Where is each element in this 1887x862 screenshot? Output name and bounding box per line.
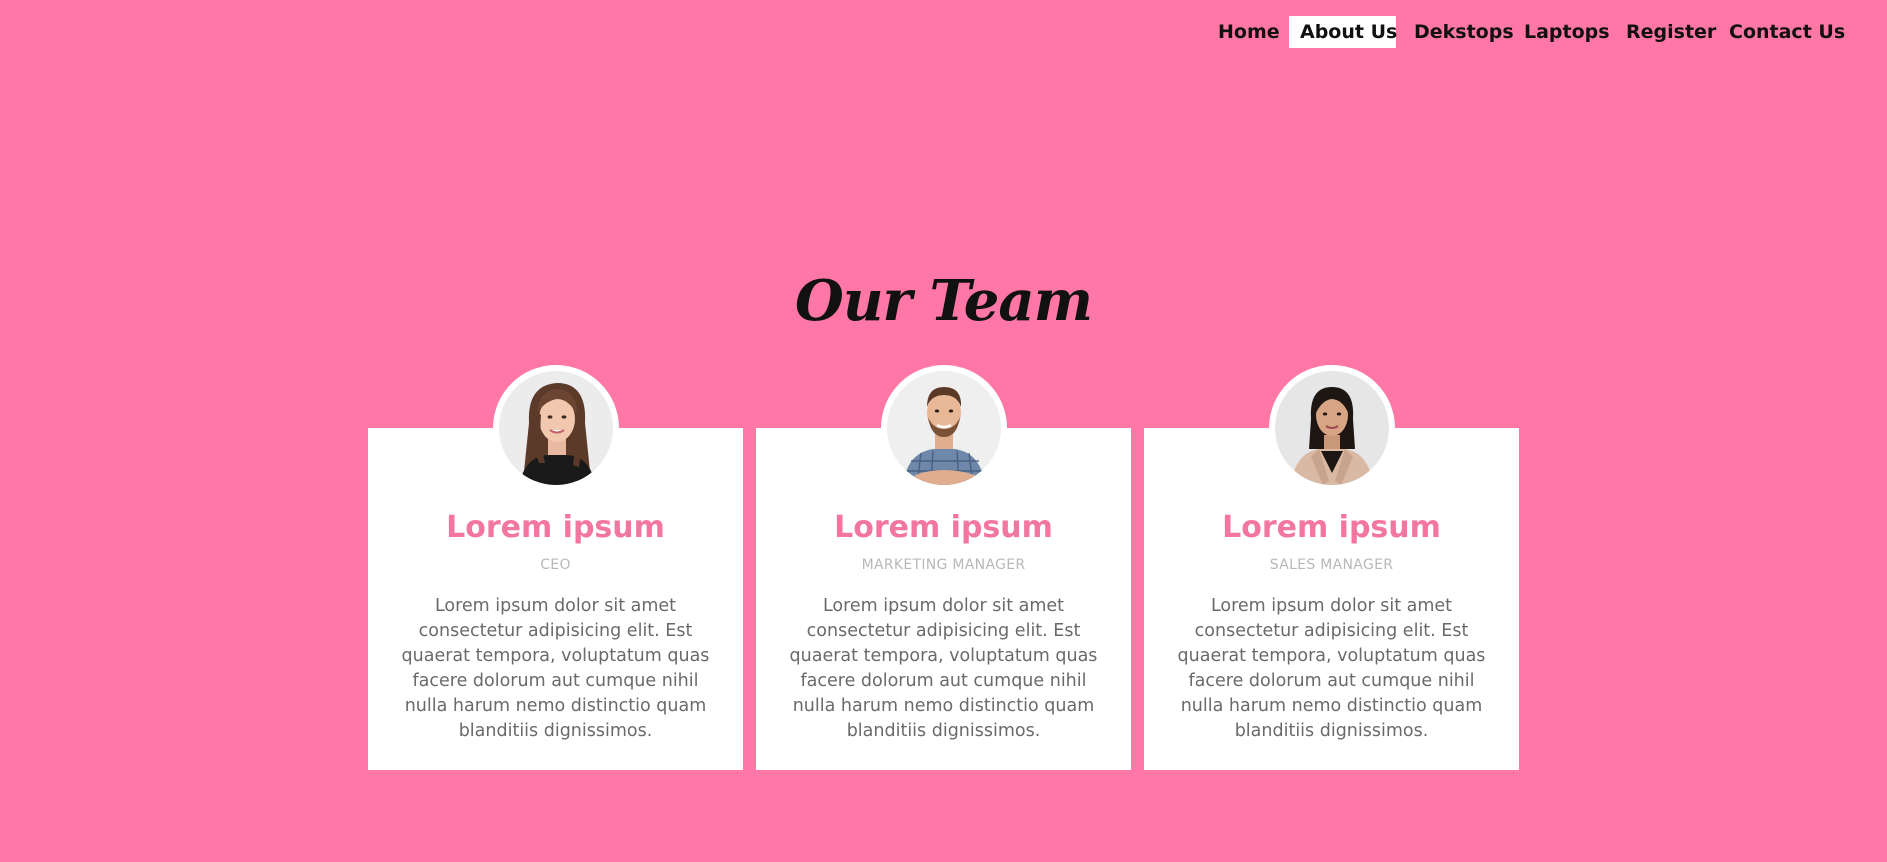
nav-item-register[interactable]: Register <box>1615 16 1727 48</box>
nav-item-laptops[interactable]: Laptops <box>1513 16 1621 48</box>
team-member-name: Lorem ipsum <box>834 510 1053 545</box>
team-card-ceo: Lorem ipsum CEO Lorem ipsum dolor sit am… <box>368 365 743 770</box>
nav-item-contact-us[interactable]: Contact Us <box>1718 16 1856 48</box>
team-member-photo <box>886 371 1001 485</box>
team-member-description: Lorem ipsum dolor sit amet consectetur a… <box>401 596 710 741</box>
section-title: Our Team <box>795 268 1093 334</box>
team-member-description: Lorem ipsum dolor sit amet consectetur a… <box>789 596 1098 741</box>
avatar <box>1268 365 1395 491</box>
team-member-role: SALES MANAGER <box>1269 557 1394 573</box>
team-card-sales-manager: Lorem ipsum SALES MANAGER Lorem ipsum do… <box>1144 365 1519 770</box>
nav-item-desktops[interactable]: Dekstops <box>1403 16 1525 48</box>
team-card-marketing-manager: Lorem ipsum MARKETING MANAGER Lorem ipsu… <box>756 365 1131 770</box>
main-navigation: Home About Us Dekstops Laptops Register … <box>0 16 1887 50</box>
team-member-name: Lorem ipsum <box>446 510 665 545</box>
avatar <box>880 365 1007 491</box>
nav-item-home[interactable]: Home <box>1207 16 1291 48</box>
team-member-description: Lorem ipsum dolor sit amet consectetur a… <box>1177 596 1486 741</box>
team-member-photo <box>1274 371 1389 485</box>
team-member-role: MARKETING MANAGER <box>861 557 1026 573</box>
nav-item-about-us[interactable]: About Us <box>1289 16 1397 48</box>
team-member-name: Lorem ipsum <box>1222 510 1441 545</box>
team-member-role: CEO <box>540 557 571 573</box>
team-member-photo <box>498 371 613 485</box>
avatar <box>492 365 619 491</box>
